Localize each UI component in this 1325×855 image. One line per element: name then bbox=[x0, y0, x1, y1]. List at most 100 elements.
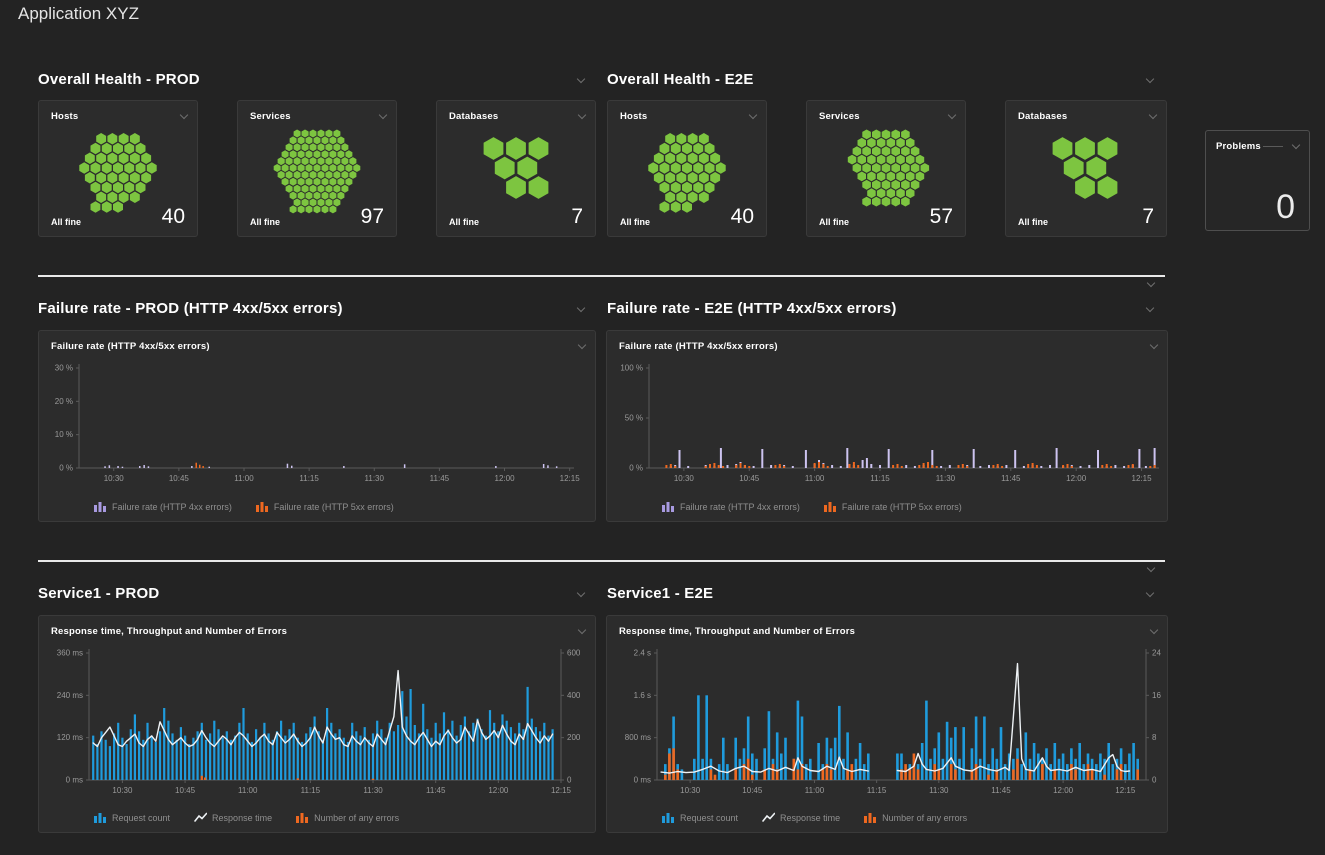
hexagon[interactable] bbox=[337, 164, 344, 172]
chevron-down-icon[interactable] bbox=[576, 305, 586, 313]
hexagon[interactable] bbox=[882, 180, 891, 190]
hexagon[interactable] bbox=[294, 171, 301, 179]
chevron-down-icon[interactable] bbox=[1149, 627, 1159, 635]
hexagon[interactable] bbox=[665, 153, 675, 165]
health-tile-services-prod[interactable]: Services All fine97 bbox=[237, 100, 397, 237]
hexagon[interactable] bbox=[318, 185, 325, 193]
hexagon[interactable] bbox=[867, 138, 876, 148]
hexagon[interactable] bbox=[85, 172, 95, 184]
hexagon[interactable] bbox=[310, 157, 317, 165]
hex-cluster[interactable] bbox=[437, 119, 595, 217]
legend-item[interactable]: Failure rate (HTTP 4xx errors) bbox=[94, 501, 232, 512]
hexagon[interactable] bbox=[665, 172, 675, 184]
hexagon[interactable] bbox=[705, 182, 715, 193]
hexagon[interactable] bbox=[1086, 157, 1106, 180]
hexagon[interactable] bbox=[314, 150, 321, 158]
hexagon[interactable] bbox=[345, 150, 352, 158]
hexagon[interactable] bbox=[682, 162, 692, 173]
hexagon[interactable] bbox=[529, 176, 549, 199]
hexagon[interactable] bbox=[341, 157, 348, 165]
chevron-down-icon[interactable] bbox=[1146, 565, 1156, 573]
hexagon[interactable] bbox=[688, 192, 698, 204]
hexagon[interactable] bbox=[506, 137, 526, 160]
hexagon[interactable] bbox=[333, 130, 340, 138]
hexagon[interactable] bbox=[665, 192, 675, 204]
hexagon[interactable] bbox=[96, 172, 106, 184]
hexagon[interactable] bbox=[699, 153, 709, 165]
hexagon[interactable] bbox=[887, 172, 896, 182]
hexagon[interactable] bbox=[314, 192, 321, 200]
hexagon[interactable] bbox=[862, 180, 871, 190]
hexagon[interactable] bbox=[341, 185, 348, 193]
hexagon[interactable] bbox=[282, 150, 289, 158]
hexagon[interactable] bbox=[911, 180, 920, 190]
hexagon[interactable] bbox=[882, 146, 891, 156]
hexagon[interactable] bbox=[872, 180, 881, 190]
hexagon[interactable] bbox=[660, 162, 670, 173]
hexagon[interactable] bbox=[136, 182, 146, 193]
hexagon[interactable] bbox=[341, 143, 348, 151]
hexagon[interactable] bbox=[853, 146, 862, 156]
hexagon[interactable] bbox=[901, 146, 910, 156]
chevron-down-icon[interactable] bbox=[1146, 280, 1156, 288]
hexagon[interactable] bbox=[906, 155, 915, 165]
hexagon[interactable] bbox=[693, 182, 703, 193]
hexagon[interactable] bbox=[85, 153, 95, 165]
hexagon[interactable] bbox=[682, 143, 692, 154]
hexagon[interactable] bbox=[896, 138, 905, 148]
hexagon[interactable] bbox=[124, 182, 134, 193]
hexagon[interactable] bbox=[147, 162, 157, 173]
hexagon[interactable] bbox=[484, 137, 504, 160]
hexagon[interactable] bbox=[337, 178, 344, 186]
hexagon[interactable] bbox=[130, 172, 140, 184]
hexagon[interactable] bbox=[124, 162, 134, 173]
hexagon[interactable] bbox=[858, 172, 867, 182]
hexagon[interactable] bbox=[862, 146, 871, 156]
hexagon[interactable] bbox=[130, 192, 140, 204]
hexagon[interactable] bbox=[705, 143, 715, 154]
hexagon[interactable] bbox=[325, 185, 332, 193]
hexagon[interactable] bbox=[298, 192, 305, 200]
hexagon[interactable] bbox=[891, 180, 900, 190]
problems-tile[interactable]: Problems 0 bbox=[1205, 130, 1310, 231]
legend-item[interactable]: Failure rate (HTTP 5xx errors) bbox=[824, 501, 962, 512]
hexagon[interactable] bbox=[290, 192, 297, 200]
hexagon[interactable] bbox=[688, 133, 698, 145]
hexagon[interactable] bbox=[882, 163, 891, 173]
hexagon[interactable] bbox=[102, 182, 112, 193]
hexagon[interactable] bbox=[911, 163, 920, 173]
hexagon[interactable] bbox=[278, 157, 285, 165]
hexagon[interactable] bbox=[286, 185, 293, 193]
health-tile-hosts-prod[interactable]: Hosts All fine40 bbox=[38, 100, 198, 237]
hexagon[interactable] bbox=[349, 171, 356, 179]
hexagon[interactable] bbox=[1064, 157, 1084, 180]
hexagon[interactable] bbox=[322, 136, 329, 144]
hexagon[interactable] bbox=[130, 133, 140, 145]
hexagon[interactable] bbox=[676, 172, 686, 184]
hexagon[interactable] bbox=[329, 164, 336, 172]
hexagon[interactable] bbox=[294, 157, 301, 165]
hexagon[interactable] bbox=[306, 150, 313, 158]
hexagon[interactable] bbox=[333, 157, 340, 165]
hexagon[interactable] bbox=[345, 178, 352, 186]
hexagon[interactable] bbox=[341, 171, 348, 179]
hex-cluster[interactable] bbox=[39, 119, 197, 217]
hexagon[interactable] bbox=[306, 178, 313, 186]
hexagon[interactable] bbox=[274, 164, 281, 172]
hexagon[interactable] bbox=[1053, 137, 1073, 160]
legend-item[interactable]: Number of any errors bbox=[296, 812, 399, 823]
hexagon[interactable] bbox=[858, 155, 867, 165]
hexagon[interactable] bbox=[329, 150, 336, 158]
hexagon[interactable] bbox=[79, 162, 89, 173]
hexagon[interactable] bbox=[671, 162, 681, 173]
hexagon[interactable] bbox=[529, 137, 549, 160]
hexagon[interactable] bbox=[867, 172, 876, 182]
hex-cluster[interactable] bbox=[807, 119, 965, 217]
hexagon[interactable] bbox=[91, 143, 101, 154]
hexagon[interactable] bbox=[310, 171, 317, 179]
hexagon[interactable] bbox=[107, 133, 117, 145]
hexagon[interactable] bbox=[676, 133, 686, 145]
hexagon[interactable] bbox=[318, 130, 325, 138]
health-tile-hosts-e2e[interactable]: Hosts All fine40 bbox=[607, 100, 767, 237]
hexagon[interactable] bbox=[329, 178, 336, 186]
